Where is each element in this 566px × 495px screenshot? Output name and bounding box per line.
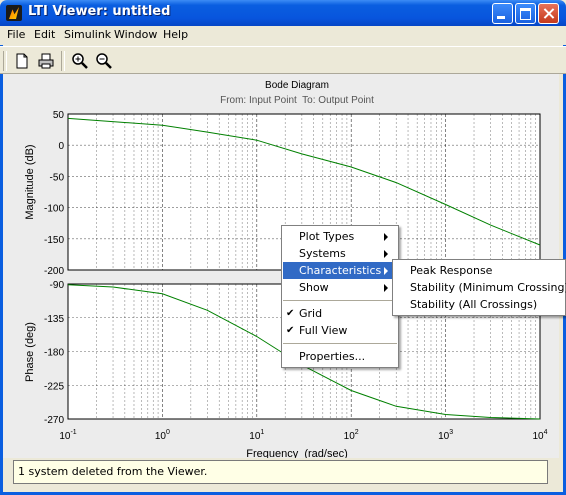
menu-item-plot-types[interactable]: Plot Types — [282, 228, 398, 245]
toolbar-separator — [61, 51, 65, 71]
chart-subtitle: From: Input Point To: Output Point — [220, 95, 374, 106]
menu-item-show[interactable]: Show — [282, 279, 398, 296]
checkmark-icon: ✔ — [286, 325, 295, 336]
new-document-icon[interactable] — [12, 51, 32, 71]
x-tick-label: 102 — [344, 429, 359, 442]
status-bar: 1 system deleted from the Viewer. — [13, 460, 548, 484]
y-tick-label: -225 — [44, 381, 64, 392]
menu-edit[interactable]: Edit — [34, 28, 55, 41]
menu-bar: File Edit Simulink Window Help — [0, 26, 566, 45]
close-button[interactable] — [538, 3, 559, 24]
menu-separator — [283, 300, 397, 301]
menu-window[interactable]: Window — [114, 28, 157, 41]
submenu-arrow-icon — [384, 233, 388, 241]
y-tick-label: -135 — [44, 314, 64, 325]
maximize-button[interactable] — [515, 3, 536, 24]
submenu-arrow-icon — [384, 267, 388, 275]
menu-item-properties[interactable]: Properties... — [282, 348, 398, 365]
submenu-arrow-icon — [384, 284, 388, 292]
y-tick-label: -270 — [44, 415, 64, 426]
x-tick-label: 104 — [532, 429, 547, 442]
menu-item-peak-response[interactable]: Peak Response — [393, 262, 565, 279]
menu-simulink[interactable]: Simulink — [64, 28, 111, 41]
window-title: LTI Viewer: untitled — [28, 4, 171, 19]
y-tick-label: -90 — [50, 280, 65, 291]
magnitude-axis-label: Magnitude (dB) — [24, 144, 36, 219]
phase-axis-label: Phase (deg) — [24, 322, 36, 382]
y-tick-label: 50 — [53, 110, 65, 121]
characteristics-submenu: Peak Response Stability (Minimum Crossin… — [392, 259, 566, 316]
menu-item-characteristics[interactable]: Characteristics — [283, 262, 397, 279]
y-tick-label: -180 — [44, 348, 64, 359]
context-menu: Plot Types Systems Characteristics Show … — [281, 225, 399, 368]
menu-file[interactable]: File — [7, 28, 25, 41]
x-tick-label: 10-1 — [59, 429, 76, 442]
minimize-button[interactable] — [492, 3, 513, 24]
matlab-app-icon[interactable] — [6, 5, 22, 21]
submenu-arrow-icon — [384, 250, 388, 258]
y-tick-label: -200 — [44, 266, 64, 277]
menu-item-stability-minimum-crossing[interactable]: Stability (Minimum Crossing) — [393, 279, 566, 296]
y-tick-label: 0 — [58, 141, 64, 152]
checkmark-icon: ✔ — [286, 308, 295, 319]
menu-separator — [283, 343, 397, 344]
zoom-out-icon[interactable] — [94, 51, 114, 71]
y-tick-label: -50 — [50, 172, 65, 183]
x-tick-label: 100 — [155, 429, 170, 442]
x-axis-label: Frequency (rad/sec) — [246, 448, 347, 458]
toolbar-grip — [3, 51, 7, 71]
zoom-in-icon[interactable] — [70, 51, 90, 71]
menu-item-systems[interactable]: Systems — [282, 245, 398, 262]
title-bar[interactable]: LTI Viewer: untitled — [0, 0, 566, 26]
status-message: 1 system deleted from the Viewer. — [18, 465, 208, 478]
menu-help[interactable]: Help — [163, 28, 188, 41]
y-tick-label: -150 — [44, 235, 64, 246]
y-tick-label: -100 — [44, 204, 64, 215]
print-icon[interactable] — [36, 51, 56, 71]
toolbar — [0, 46, 566, 74]
x-tick-label: 103 — [438, 429, 453, 442]
chart-title: Bode Diagram — [265, 80, 329, 91]
x-tick-label: 101 — [249, 429, 264, 442]
menu-item-grid[interactable]: ✔ Grid — [282, 305, 398, 322]
menu-item-full-view[interactable]: ✔ Full View — [282, 322, 398, 339]
menu-item-stability-all-crossings[interactable]: Stability (All Crossings) — [393, 296, 565, 313]
